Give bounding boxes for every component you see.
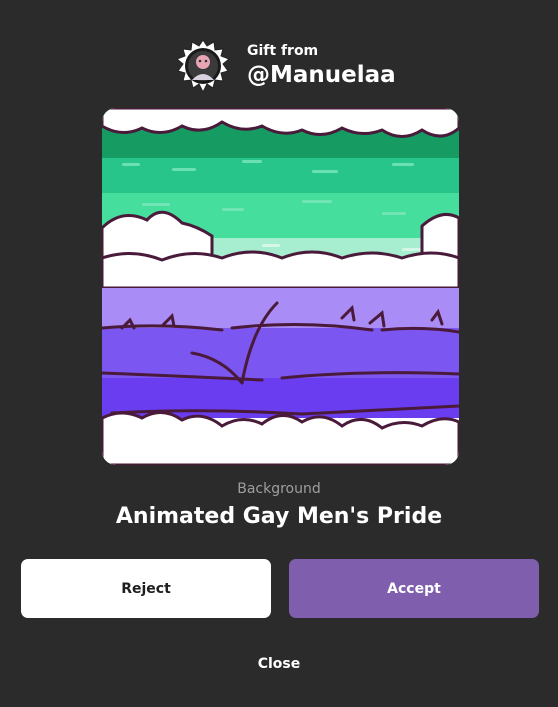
gift-header: Gift from @Manuelaa (177, 40, 396, 92)
gift-from-label: Gift from (247, 43, 319, 59)
avatar (177, 40, 229, 92)
sender-username: @Manuelaa (247, 62, 396, 88)
item-name: Animated Gay Men's Pride (115, 504, 443, 529)
accept-button[interactable]: Accept (289, 559, 539, 618)
close-button[interactable]: Close (0, 656, 558, 672)
reject-button[interactable]: Reject (21, 559, 271, 618)
item-category: Background (237, 481, 321, 497)
background-preview (102, 108, 459, 465)
